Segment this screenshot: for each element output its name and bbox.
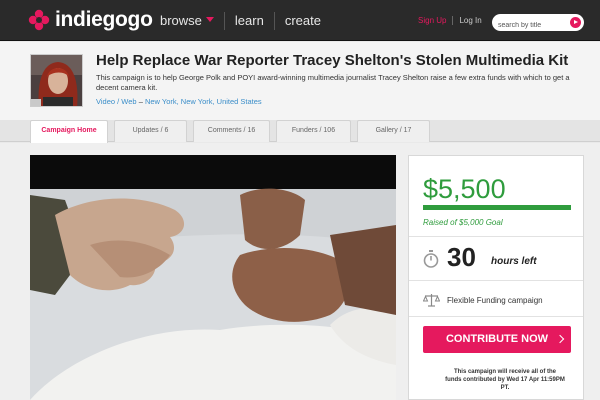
divider xyxy=(409,236,583,237)
campaign-content: $5,500 Raised of $5,000 Goal 30 hours le… xyxy=(0,143,600,400)
avatar-photo xyxy=(31,55,82,106)
goal-text: Raised of $5,000 Goal xyxy=(423,218,503,227)
tab-gallery[interactable]: Gallery / 17 xyxy=(357,120,430,142)
search-box xyxy=(492,14,584,34)
balance-scale-icon xyxy=(423,294,440,307)
funding-type-label: Flexible Funding campaign xyxy=(447,296,543,305)
divider xyxy=(409,316,583,317)
dropdown-caret-icon xyxy=(205,16,214,22)
tab-updates[interactable]: Updates / 6 xyxy=(114,120,187,142)
search-input[interactable] xyxy=(492,17,564,34)
sign-up-link[interactable]: Sign Up xyxy=(418,16,454,25)
funding-panel: $5,500 Raised of $5,000 Goal 30 hours le… xyxy=(408,155,584,400)
nav-browse-label: browse xyxy=(160,12,202,28)
divider xyxy=(409,280,583,281)
funding-progress-bar xyxy=(423,205,571,210)
main-nav: browse learn create xyxy=(160,0,331,41)
contribute-now-button[interactable]: CONTRIBUTE NOW xyxy=(423,326,571,353)
tab-comments[interactable]: Comments / 16 xyxy=(193,120,270,142)
campaign-tabs: Campaign Home Updates / 6 Comments / 16 … xyxy=(0,120,600,143)
auth-links: Sign Up Log In xyxy=(418,16,482,25)
video-frame xyxy=(30,155,396,400)
search-go-icon[interactable] xyxy=(570,17,581,28)
nav-learn[interactable]: learn xyxy=(223,11,274,30)
campaign-video[interactable] xyxy=(30,155,396,400)
flower-logo-icon xyxy=(28,9,50,31)
location-link[interactable]: New York, New York, United States xyxy=(145,97,262,106)
indiegogo-logo[interactable]: indiegogo xyxy=(28,8,153,32)
stopwatch-icon xyxy=(423,250,439,268)
campaign-header: Help Replace War Reporter Tracey Shelton… xyxy=(0,42,600,120)
tab-campaign-home[interactable]: Campaign Home xyxy=(30,120,108,143)
meta-separator: – xyxy=(138,97,143,106)
top-navigation-bar: indiegogo browse learn create Sign Up Lo… xyxy=(0,0,600,41)
time-remaining-value: 30 xyxy=(447,242,476,272)
campaign-description: This campaign is to help George Polk and… xyxy=(96,73,570,92)
campaign-meta: Video / Web – New York, New York, United… xyxy=(96,97,262,106)
campaign-title: Help Replace War Reporter Tracey Shelton… xyxy=(96,52,569,69)
nav-create[interactable]: create xyxy=(273,11,331,30)
owner-avatar[interactable] xyxy=(30,54,83,107)
category-link[interactable]: Video / Web xyxy=(96,97,137,106)
log-in-link[interactable]: Log In xyxy=(453,16,481,25)
time-remaining-label: hours left xyxy=(491,256,537,267)
brand-name: indiegogo xyxy=(55,8,153,31)
amount-raised: $5,500 xyxy=(423,174,506,204)
tab-funders[interactable]: Funders / 106 xyxy=(276,120,351,142)
nav-browse[interactable]: browse xyxy=(160,12,224,30)
funding-deadline-note: This campaign will receive all of the fu… xyxy=(445,369,565,391)
